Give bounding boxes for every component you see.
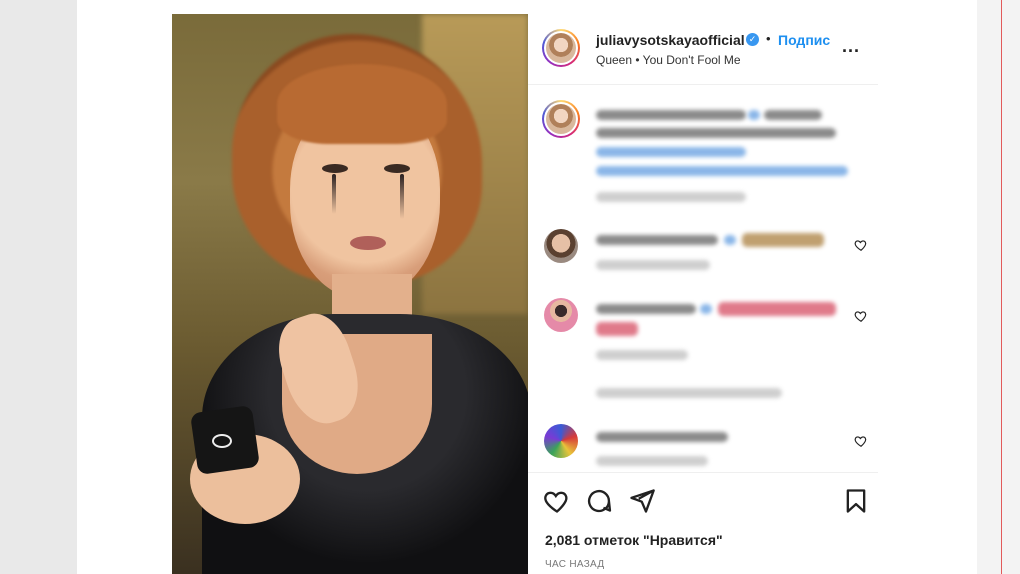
author-avatar[interactable]	[542, 29, 580, 67]
photo-mascara-tear-left	[332, 174, 336, 214]
caption-tag-blurred	[596, 147, 746, 157]
audio-track-link[interactable]: Queen • You Don't Fool Me	[596, 53, 741, 67]
caption-verified-blurred	[748, 110, 760, 120]
actions-divider	[528, 472, 878, 473]
comment-avatar[interactable]	[544, 424, 578, 458]
page-edge-line	[1001, 0, 1002, 574]
post-timestamp: ЧАС НАЗАД	[545, 559, 605, 570]
comment-emoji-blurred	[596, 322, 638, 336]
caption-text-blurred	[764, 110, 822, 120]
follow-button[interactable]: Подписаться	[778, 32, 830, 48]
comment-emoji-blurred	[718, 302, 836, 316]
heart-icon[interactable]	[543, 487, 571, 515]
photo-eye-left	[322, 164, 348, 173]
comment-verified-blurred	[700, 304, 712, 314]
caption-username-blurred	[596, 110, 746, 120]
bookmark-icon[interactable]	[842, 487, 870, 515]
comment-username-blurred	[596, 432, 728, 442]
comment-username-blurred	[596, 235, 718, 245]
comment-emoji-blurred	[742, 233, 824, 247]
comment-like-icon[interactable]	[854, 434, 868, 448]
caption-text-blurred	[596, 128, 836, 138]
comment-icon[interactable]	[585, 487, 613, 515]
photo-eye-right	[384, 164, 410, 173]
caption-tag-blurred	[596, 166, 848, 176]
comment-avatar[interactable]	[544, 229, 578, 263]
photo-lips	[350, 236, 386, 250]
comment-like-icon[interactable]	[854, 309, 868, 323]
comment-meta-blurred	[596, 456, 708, 466]
right-margin	[977, 0, 1020, 574]
comment-verified-blurred	[724, 235, 736, 245]
likes-count[interactable]: 2,081 отметок "Нравится"	[545, 532, 723, 548]
comment-avatar[interactable]	[544, 298, 578, 332]
more-icon[interactable]: ...	[842, 36, 860, 57]
header-separator: •	[766, 31, 771, 46]
photo-mascara-tear-right	[400, 174, 404, 219]
comment-meta-blurred	[596, 260, 710, 270]
author-username[interactable]: juliavysotskayaofficial	[596, 32, 745, 48]
comment-meta-blurred	[596, 350, 688, 360]
view-replies-blurred[interactable]	[596, 388, 782, 398]
comment-like-icon[interactable]	[854, 238, 868, 252]
share-icon[interactable]	[628, 487, 656, 515]
caption-meta-blurred	[596, 192, 746, 202]
caption-avatar[interactable]	[542, 100, 580, 138]
comment-username-blurred	[596, 304, 696, 314]
post-media[interactable]	[172, 14, 528, 574]
post-panel: juliavysotskayaofficial ✓ • Подписаться …	[528, 14, 878, 574]
photo-compact-logo	[212, 434, 232, 448]
photo-bangs	[277, 64, 447, 144]
post-header: juliavysotskayaofficial ✓ • Подписаться …	[528, 14, 878, 85]
verified-icon: ✓	[746, 33, 759, 46]
